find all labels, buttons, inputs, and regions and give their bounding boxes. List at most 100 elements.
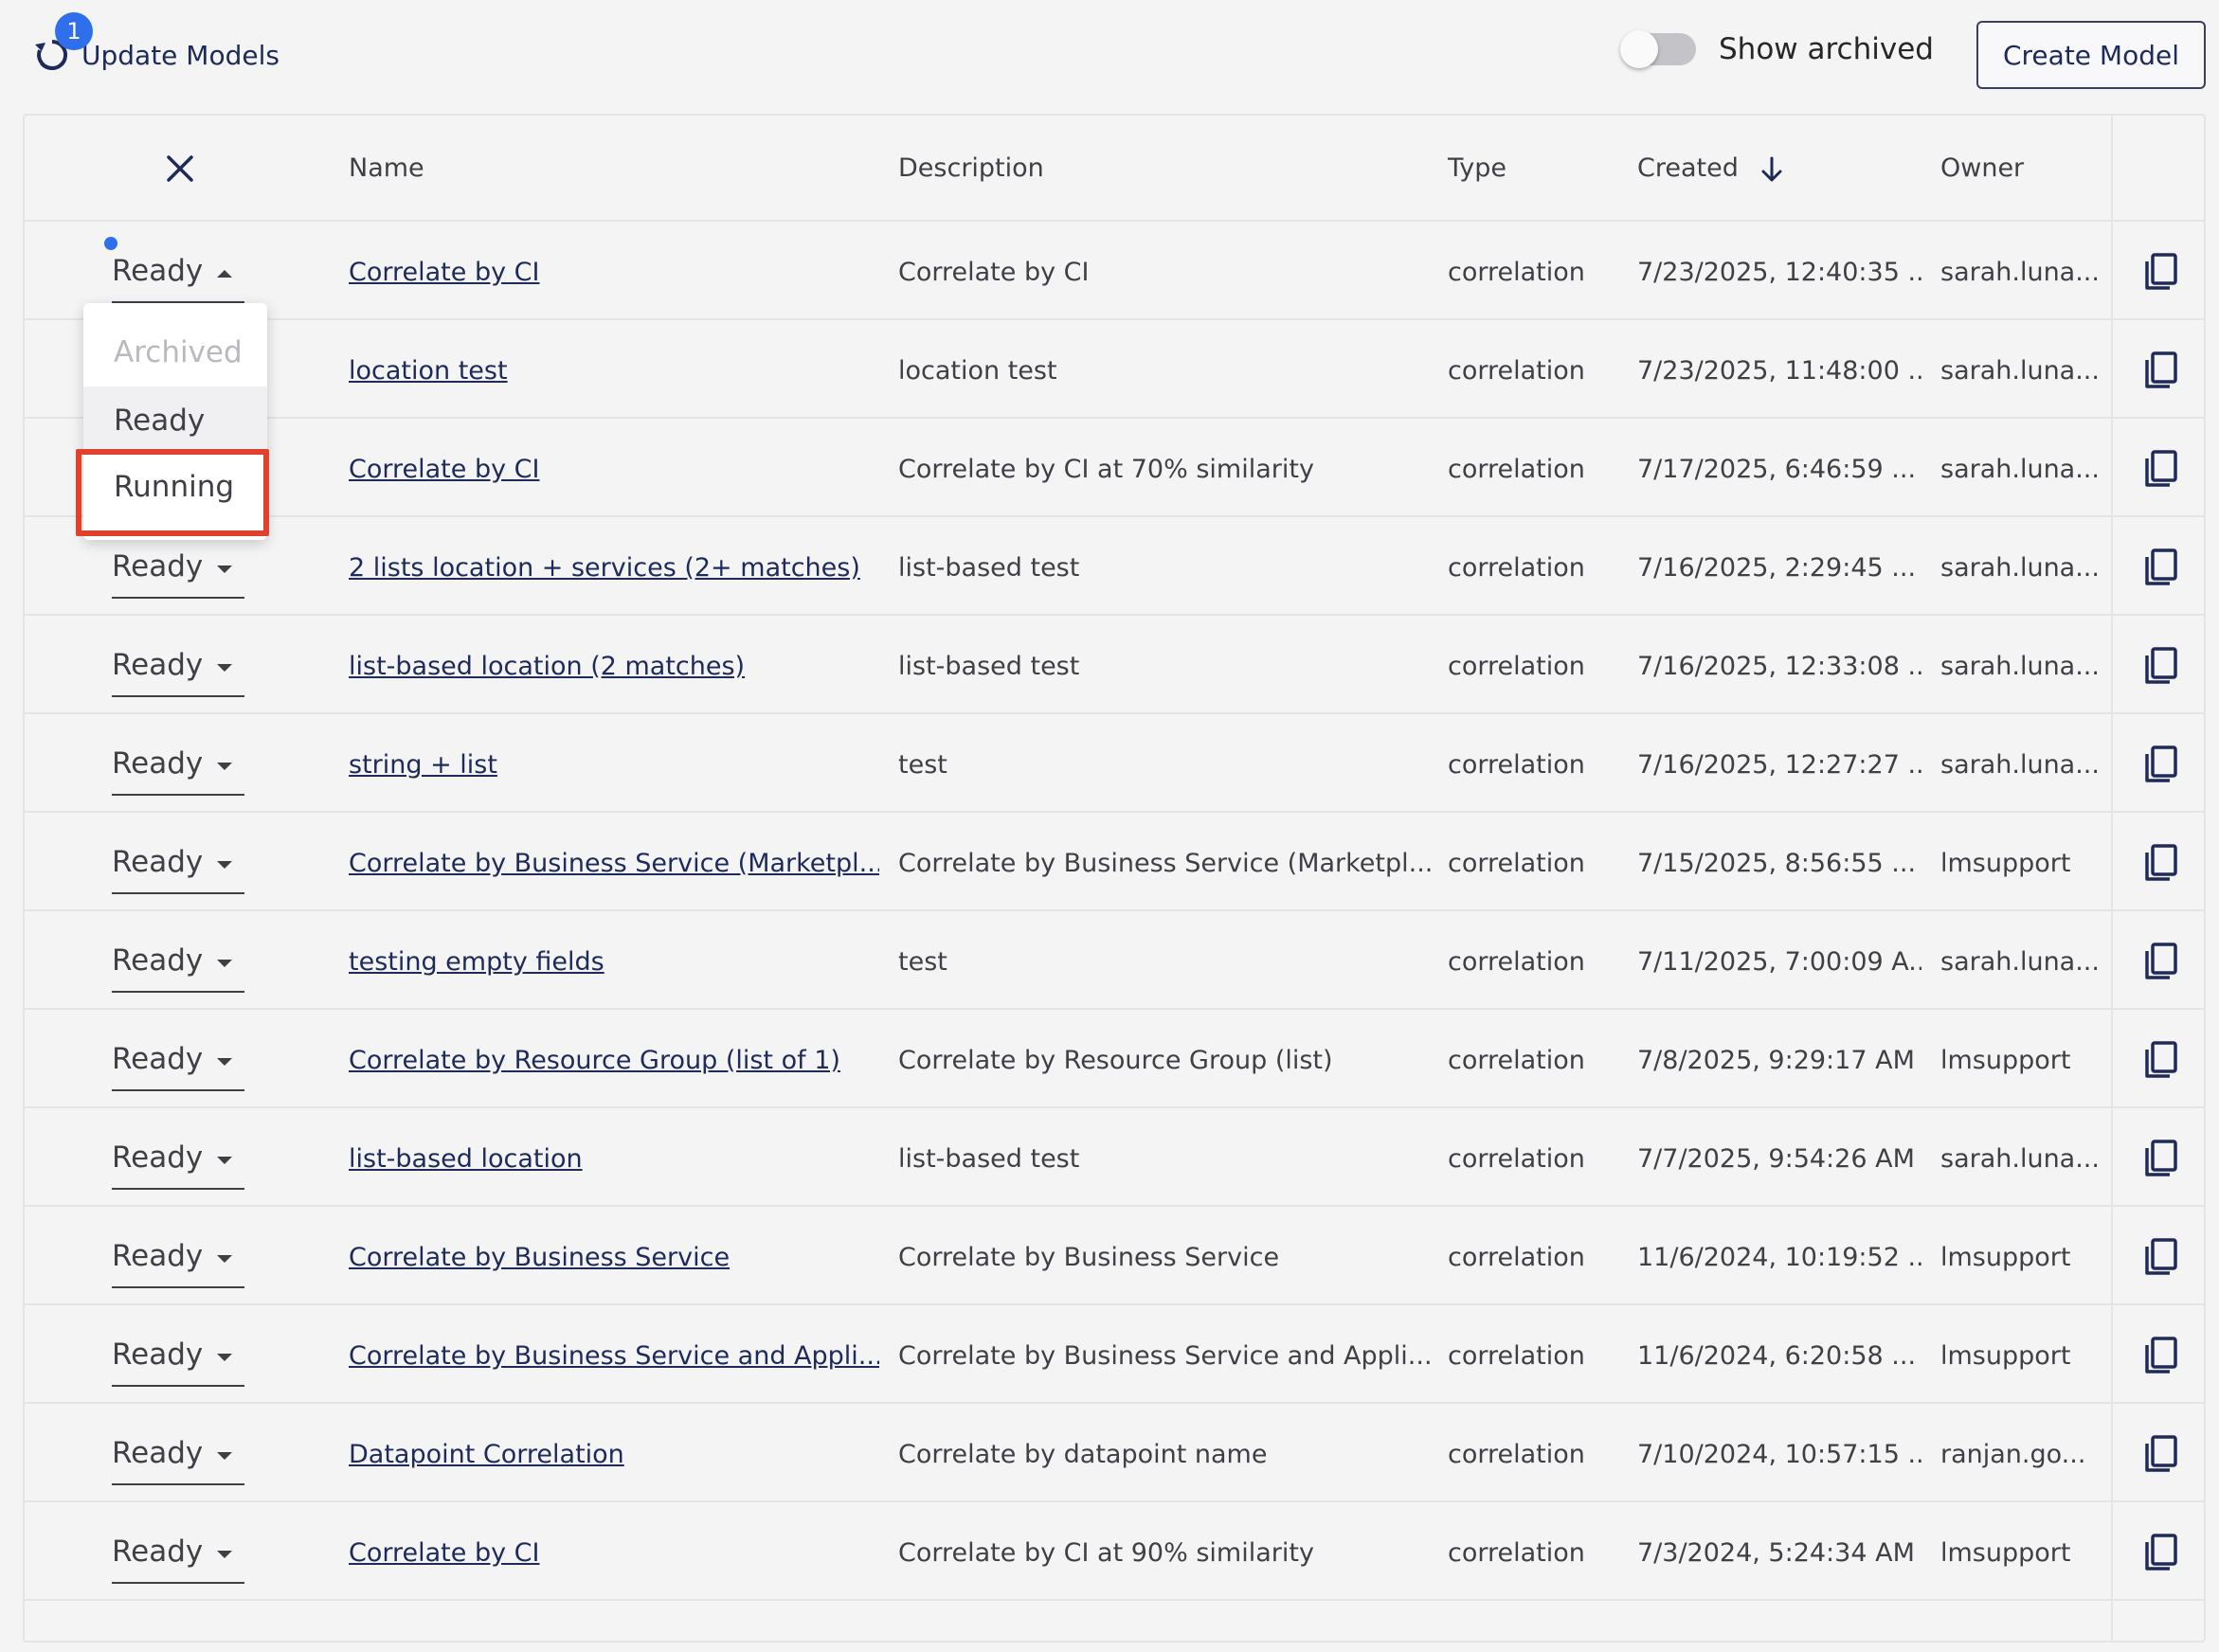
- column-header-created[interactable]: Created: [1637, 153, 1784, 184]
- update-models-button[interactable]: 1 Update Models: [32, 12, 280, 91]
- show-archived-toggle[interactable]: Show archived: [1620, 30, 1934, 68]
- model-type: correlation: [1448, 1144, 1585, 1174]
- copy-icon[interactable]: [2139, 1432, 2183, 1476]
- model-description: list-based test: [898, 652, 1080, 681]
- status-select[interactable]: Ready: [112, 648, 244, 697]
- dropdown-item-archived: Archived: [114, 335, 243, 369]
- model-description: list-based test: [898, 553, 1080, 583]
- copy-icon[interactable]: [2139, 644, 2183, 688]
- table-row: Ready 2 lists location + services (2+ mat…: [25, 517, 2204, 616]
- model-type: correlation: [1448, 1243, 1585, 1272]
- model-type: correlation: [1448, 652, 1585, 681]
- copy-icon[interactable]: [2139, 743, 2183, 786]
- model-created: 7/3/2024, 5:24:34 AM: [1637, 1538, 1915, 1568]
- dropdown-item-ready[interactable]: Ready: [83, 386, 267, 455]
- model-name-link[interactable]: Correlate by CI: [349, 455, 879, 484]
- models-table: Name Description Type Created Owner Read…: [23, 114, 2206, 1643]
- model-name-link[interactable]: 2 lists location + services (2+ matches): [349, 553, 879, 583]
- copy-icon[interactable]: [2139, 1235, 2183, 1279]
- copy-icon[interactable]: [2139, 1531, 2183, 1574]
- status-select[interactable]: Ready: [112, 549, 244, 599]
- column-header-description[interactable]: Description: [898, 153, 1044, 183]
- table-row: ReadyCorrelate by CICorrelate by CI at 7…: [25, 419, 2204, 517]
- model-name-link[interactable]: list-based location: [349, 1144, 879, 1174]
- caret-down-icon: [217, 566, 232, 573]
- model-name-link[interactable]: list-based location (2 matches): [349, 652, 879, 681]
- table-row: Ready testing empty fields test correlation…: [25, 911, 2204, 1010]
- model-created: 7/15/2025, 8:56:55 ...: [1637, 849, 1917, 878]
- copy-icon[interactable]: [2139, 1334, 2183, 1377]
- status-select[interactable]: Ready: [112, 254, 244, 303]
- model-owner: sarah.luna...: [1940, 947, 2100, 977]
- model-created: 7/23/2025, 11:48:00 ...: [1637, 356, 1921, 386]
- status-select[interactable]: Ready: [112, 746, 244, 796]
- model-owner: sarah.luna...: [1940, 553, 2100, 583]
- copy-icon[interactable]: [2139, 1038, 2183, 1082]
- caret-down-icon: [217, 1255, 232, 1263]
- status-select[interactable]: Ready: [112, 1436, 244, 1485]
- create-model-button[interactable]: Create Model: [1976, 21, 2206, 89]
- column-header-type[interactable]: Type: [1448, 153, 1506, 183]
- model-created: 7/10/2024, 10:57:15 ...: [1637, 1440, 1921, 1469]
- copy-icon[interactable]: [2139, 250, 2183, 294]
- copy-icon[interactable]: [2139, 546, 2183, 589]
- model-owner: sarah.luna...: [1940, 455, 2100, 484]
- status-select[interactable]: Ready: [112, 1338, 244, 1387]
- copy-icon[interactable]: [2139, 940, 2183, 983]
- status-value: Ready: [112, 1535, 204, 1569]
- model-name-link[interactable]: Correlate by CI: [349, 258, 879, 287]
- caret-down-icon: [217, 1551, 232, 1558]
- model-type: correlation: [1448, 849, 1585, 878]
- caret-down-icon: [217, 861, 232, 869]
- copy-icon[interactable]: [2139, 1137, 2183, 1180]
- model-created: 7/23/2025, 12:40:35 ...: [1637, 258, 1921, 287]
- model-name-link[interactable]: Correlate by Business Service (Marketpl.…: [349, 849, 879, 878]
- model-created: 7/17/2025, 6:46:59 ...: [1637, 455, 1917, 484]
- table-row: Ready Correlate by Business Service Correl…: [25, 1207, 2204, 1305]
- model-name-link[interactable]: testing empty fields: [349, 947, 879, 977]
- copy-icon[interactable]: [2139, 841, 2183, 885]
- model-description: Correlate by CI at 90% similarity: [898, 1538, 1314, 1568]
- column-header-created-label: Created: [1637, 153, 1739, 183]
- model-owner: sarah.luna...: [1940, 258, 2100, 287]
- model-name-link[interactable]: string + list: [349, 750, 879, 780]
- caret-down-icon: [217, 1157, 232, 1164]
- model-name-link[interactable]: location test: [349, 356, 879, 386]
- model-name-link[interactable]: Correlate by Business Service: [349, 1243, 879, 1272]
- model-owner: lmsupport: [1940, 849, 2071, 878]
- column-header-owner[interactable]: Owner: [1940, 153, 2024, 183]
- unsaved-dot: [104, 237, 117, 250]
- status-value: Ready: [112, 746, 204, 781]
- status-value: Ready: [112, 549, 204, 584]
- status-select[interactable]: Ready: [112, 1535, 244, 1584]
- table-row: Ready string + list test correlation 7/16/20…: [25, 714, 2204, 813]
- copy-icon[interactable]: [2139, 349, 2183, 392]
- copy-icon[interactable]: [2139, 447, 2183, 491]
- model-name-link[interactable]: Correlate by Business Service and Appli.…: [349, 1341, 879, 1371]
- update-models-label: Update Models: [81, 39, 280, 71]
- status-select[interactable]: Ready: [112, 1239, 244, 1288]
- table-row: Ready Correlate by CI Correlate by CI corre…: [25, 222, 2204, 320]
- model-type: correlation: [1448, 1341, 1585, 1371]
- model-type: correlation: [1448, 947, 1585, 977]
- toggle-track[interactable]: [1620, 30, 1696, 68]
- status-select[interactable]: Ready: [112, 1042, 244, 1091]
- status-value: Ready: [112, 943, 204, 978]
- caret-down-icon: [217, 1058, 232, 1066]
- close-icon[interactable]: [161, 150, 199, 188]
- caret-up-icon: [217, 270, 232, 278]
- column-header-name[interactable]: Name: [349, 153, 424, 183]
- status-select[interactable]: Ready: [112, 845, 244, 894]
- model-description: test: [898, 947, 947, 977]
- model-name-link[interactable]: Correlate by CI: [349, 1538, 879, 1568]
- sort-arrow-down-icon[interactable]: [1759, 155, 1784, 184]
- toggle-knob[interactable]: [1620, 30, 1658, 68]
- table-row: Ready Correlate by Business Service (Mark…: [25, 813, 2204, 911]
- model-name-link[interactable]: Datapoint Correlation: [349, 1440, 879, 1469]
- model-name-link[interactable]: Correlate by Resource Group (list of 1): [349, 1046, 879, 1075]
- model-type: correlation: [1448, 1538, 1585, 1568]
- status-select[interactable]: Ready: [112, 1140, 244, 1190]
- status-select[interactable]: Ready: [112, 943, 244, 993]
- toolbar: 1 Update Models Show archived Create Mod…: [0, 0, 2219, 114]
- model-description: Correlate by Business Service and Appli.…: [898, 1341, 1433, 1371]
